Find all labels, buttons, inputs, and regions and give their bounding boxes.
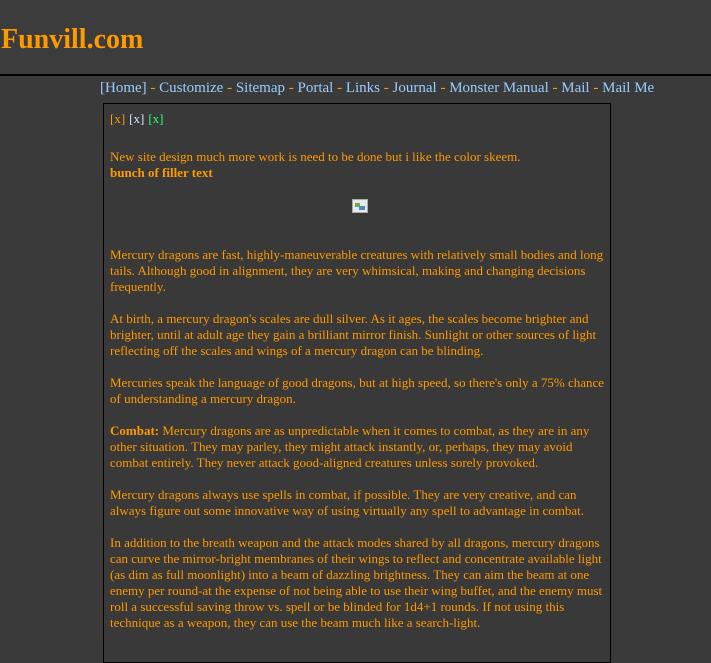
combat-text: Mercury dragons are as unpredictable whe… xyxy=(110,423,590,470)
nav-mail-me[interactable]: Mail Me xyxy=(602,80,654,96)
nav-separator: - xyxy=(380,80,393,96)
filler-text: bunch of filler text xyxy=(110,165,213,180)
nav-separator: - xyxy=(589,80,603,96)
paragraph-spells: Mercury dragons always use spells in com… xyxy=(110,487,585,518)
nav-separator: - xyxy=(146,80,160,96)
paragraph-combat: Combat: Mercury dragons are as unpredict… xyxy=(110,423,610,471)
site-header: Funvill.com xyxy=(0,0,711,76)
site-title[interactable]: Funvill.com xyxy=(1,23,143,57)
article-body: New site design much more work is need t… xyxy=(110,149,610,631)
combat-label: Combat: xyxy=(110,423,160,438)
main-nav: [Home] - Customize - Sitemap - Portal - … xyxy=(100,79,654,97)
nav-sitemap[interactable]: Sitemap xyxy=(236,80,285,96)
image-container xyxy=(110,181,610,247)
nav-separator: - xyxy=(436,80,450,96)
nav-mail[interactable]: Mail xyxy=(561,80,589,96)
nav-monster-manual[interactable]: Monster Manual xyxy=(449,80,549,96)
nav-separator: - xyxy=(333,80,346,96)
paragraph-scales: At birth, a mercury dragon's scales are … xyxy=(110,311,597,358)
intro-text: New site design much more work is need t… xyxy=(110,149,521,164)
broken-image-icon xyxy=(352,199,368,213)
nav-home[interactable]: [Home] xyxy=(100,80,147,96)
nav-customize[interactable]: Customize xyxy=(159,80,223,96)
nav-journal[interactable]: Journal xyxy=(393,80,437,96)
nav-separator: - xyxy=(548,80,562,96)
paragraph-description: Mercury dragons are fast, highly-maneuve… xyxy=(110,247,604,294)
color-controls: [x] [x] [x] xyxy=(110,111,610,127)
white-theme-toggle[interactable]: [x] xyxy=(129,111,144,126)
content-panel: [x] [x] [x] New site design much more work… xyxy=(103,103,611,663)
orange-theme-toggle[interactable]: [x] xyxy=(110,111,125,126)
nav-separator: - xyxy=(285,80,298,96)
green-theme-toggle[interactable]: [x] xyxy=(148,111,163,126)
paragraph-wing-beam: In addition to the breath weapon and the… xyxy=(110,535,603,630)
nav-portal[interactable]: Portal xyxy=(298,80,334,96)
nav-separator: - xyxy=(223,80,236,96)
paragraph-language: Mercuries speak the language of good dra… xyxy=(110,375,605,406)
nav-links[interactable]: Links xyxy=(346,80,380,96)
